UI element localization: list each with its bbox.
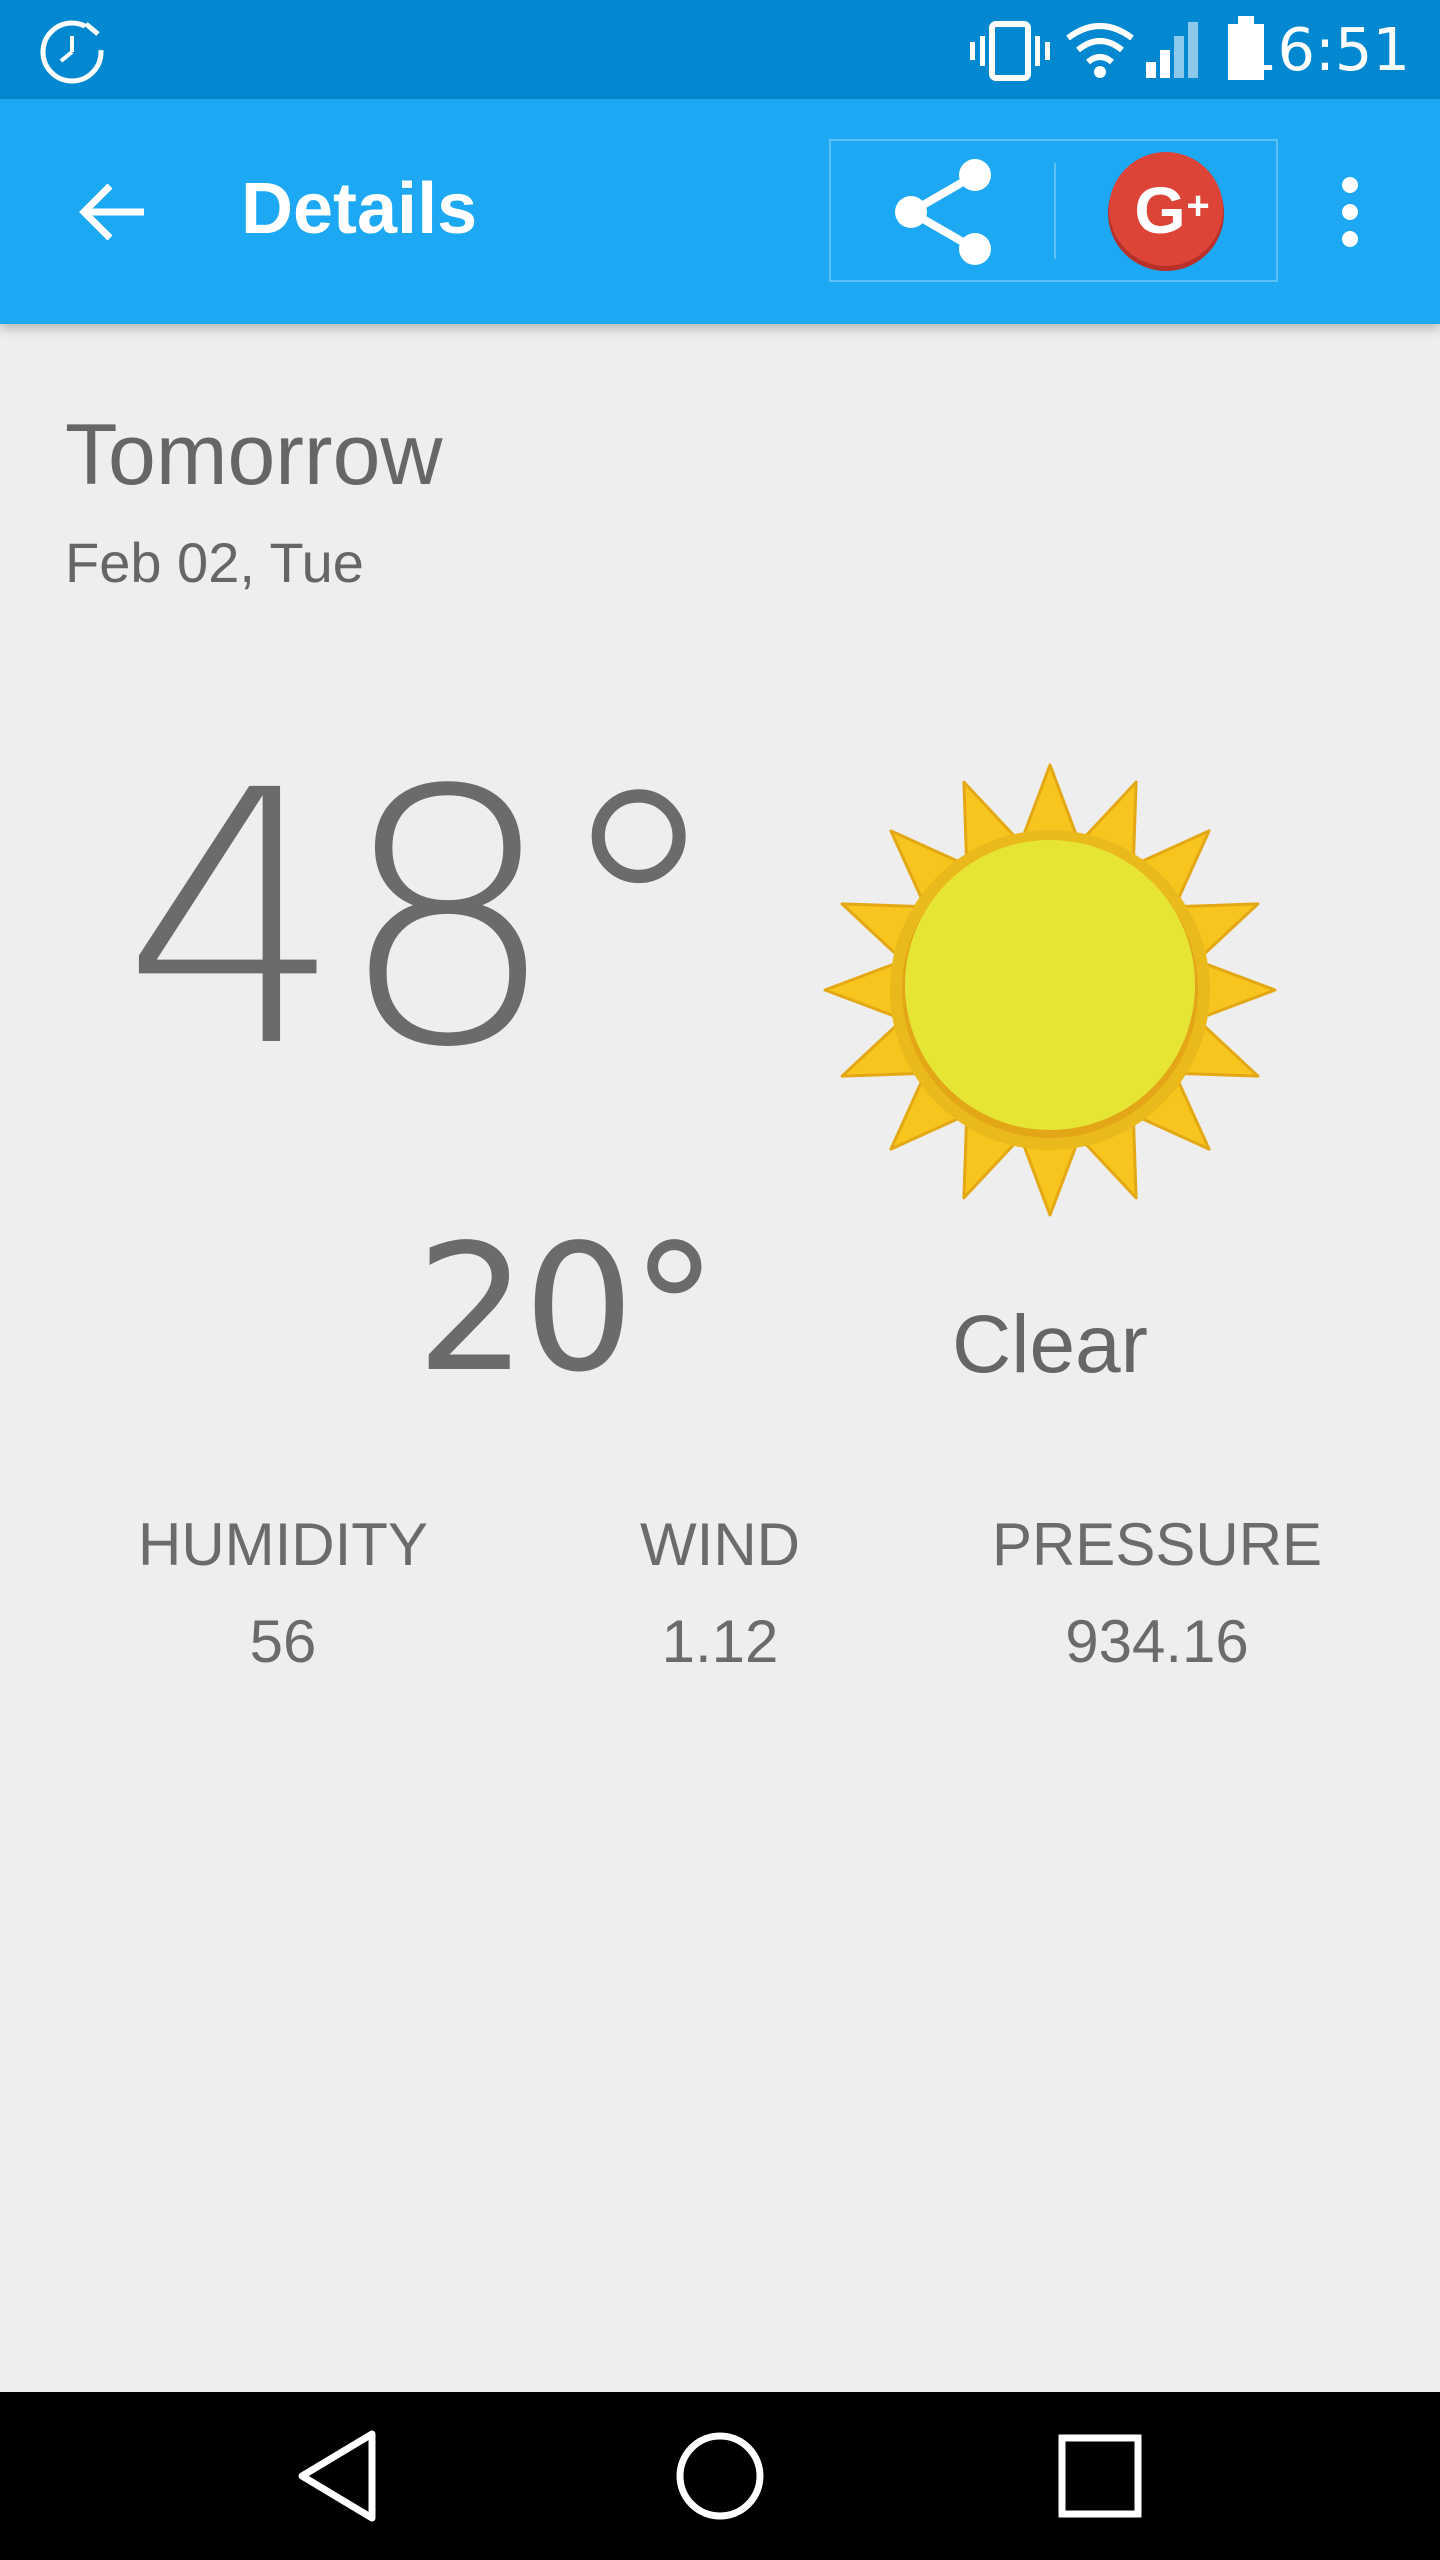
nav-back-icon (298, 2430, 376, 2522)
share-button[interactable] (831, 141, 1053, 280)
sun-icon (823, 763, 1277, 1217)
nav-back-button[interactable] (272, 2416, 412, 2536)
overflow-menu-button[interactable] (1310, 149, 1390, 274)
svg-text:+: + (1186, 184, 1209, 228)
wind-value: 1.12 (661, 1608, 779, 1675)
pressure-value: 934.16 (1065, 1608, 1249, 1675)
forecast-date: Feb 02, Tue (65, 531, 364, 594)
forecast-day: Tomorrow (65, 407, 443, 503)
overflow-menu-icon (1342, 177, 1358, 247)
status-time: 16:51 (1239, 15, 1410, 84)
pressure-metric: PRESSURE 934.16 (967, 1500, 1347, 1682)
share-icon (895, 159, 991, 265)
humidity-metric: HUMIDITY 56 (93, 1500, 473, 1682)
weather-condition: Clear (952, 1299, 1148, 1390)
cellular-signal-icon (1146, 22, 1198, 78)
low-temperature: 20° (415, 1208, 718, 1411)
google-plus-button[interactable]: G + (1057, 141, 1276, 280)
nav-recents-button[interactable] (1030, 2416, 1170, 2536)
wind-metric: WIND 1.12 (530, 1500, 910, 1682)
back-button[interactable] (50, 149, 175, 274)
wifi-icon (1066, 23, 1134, 78)
svg-text:G: G (1134, 173, 1185, 247)
page-title: Details (241, 169, 478, 249)
share-action-group: G + (829, 139, 1278, 282)
google-plus-icon: G + (1108, 152, 1224, 271)
humidity-value: 56 (249, 1608, 317, 1675)
system-nav-bar (0, 2392, 1440, 2560)
action-divider (1054, 163, 1056, 259)
app-bar: Details G + (0, 99, 1440, 324)
high-temperature: 48° (121, 716, 726, 1124)
vibrate-icon (970, 21, 1050, 81)
back-arrow-icon (79, 183, 144, 241)
humidity-label: HUMIDITY (138, 1511, 428, 1578)
nav-home-icon (676, 2432, 764, 2520)
wind-label: WIND (640, 1511, 800, 1578)
pressure-label: PRESSURE (991, 1511, 1323, 1578)
nav-home-button[interactable] (650, 2416, 790, 2536)
alarm-clock-icon (40, 20, 104, 84)
status-bar: 16:51 (0, 0, 1440, 99)
nav-recents-icon (1058, 2434, 1142, 2518)
